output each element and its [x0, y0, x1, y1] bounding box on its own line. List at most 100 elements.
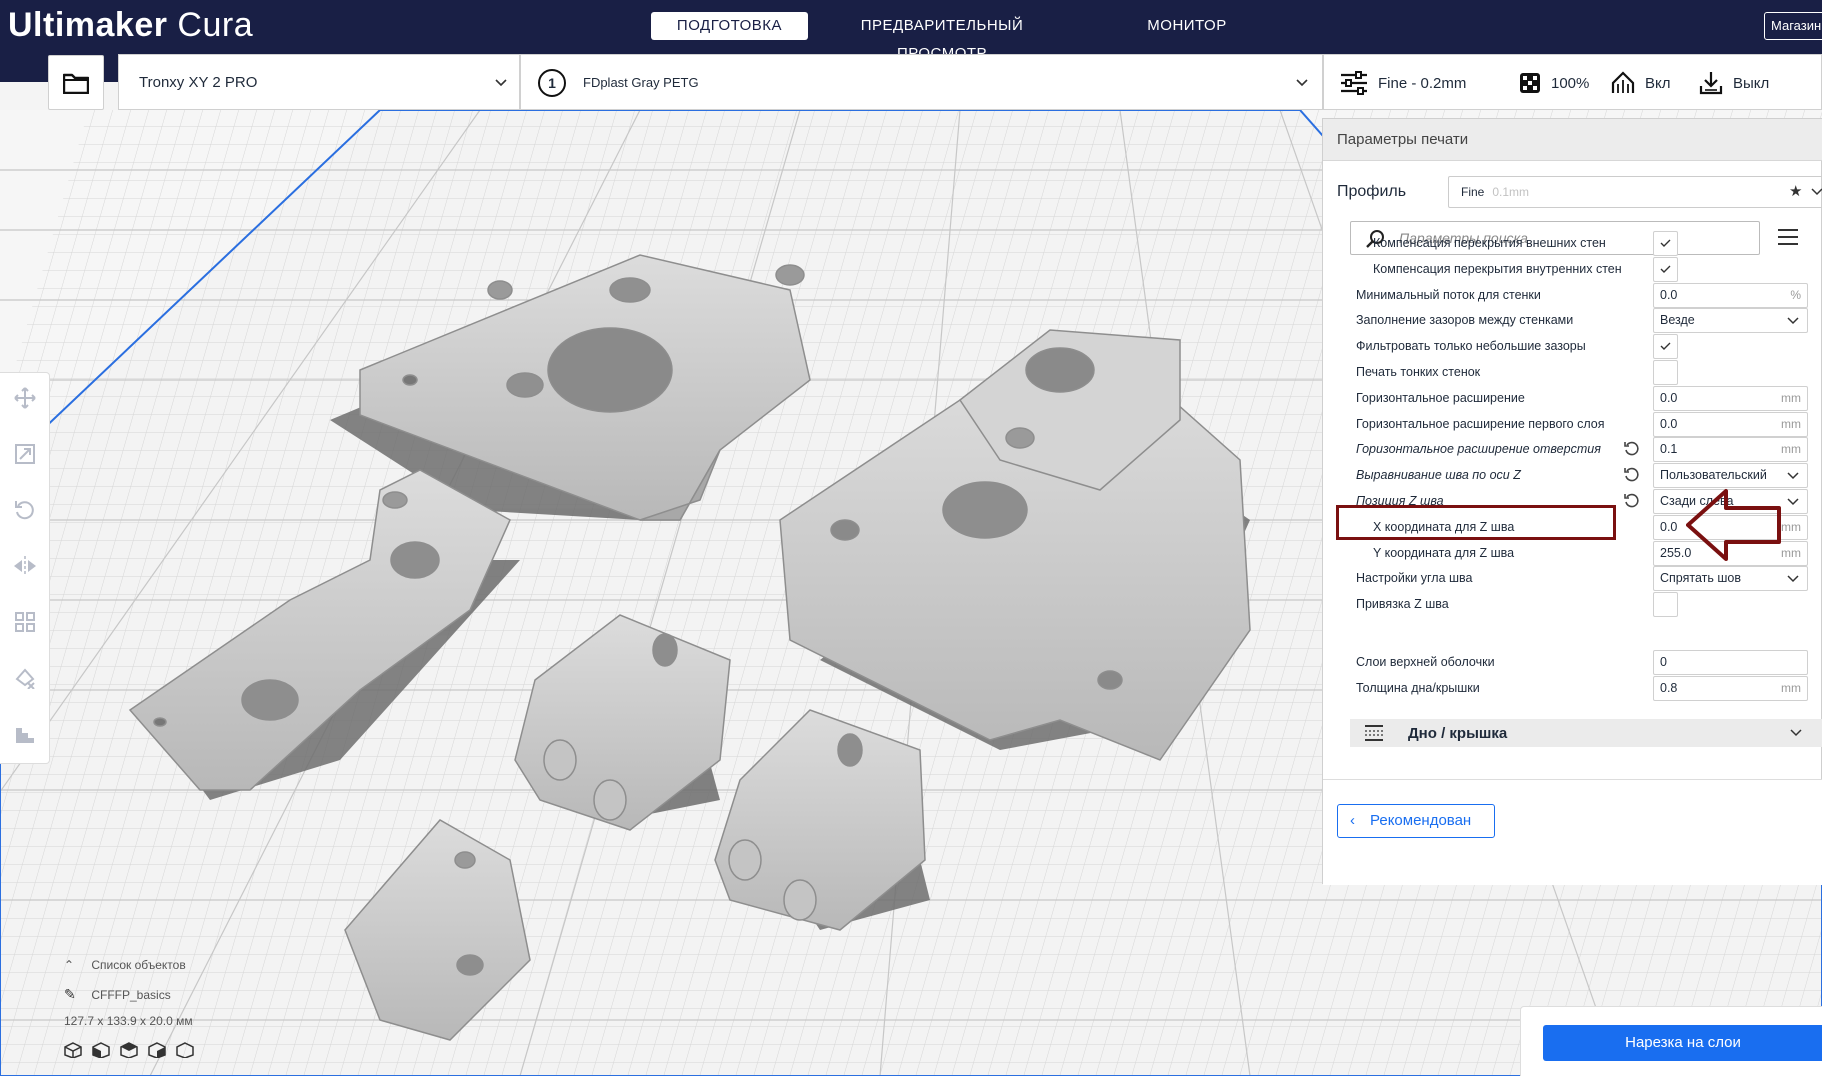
chevron-down-icon: [1811, 188, 1822, 196]
view-orientation-bar: [64, 1042, 194, 1058]
view-3d-icon[interactable]: [64, 1042, 82, 1058]
setting-label: Слои верхней оболочки: [1356, 655, 1495, 669]
infill-summary-label: 100%: [1551, 74, 1590, 92]
panel-title: Параметры печати: [1323, 119, 1822, 161]
mirror-tool-button[interactable]: [0, 541, 50, 591]
setting-input[interactable]: 0.0 mm: [1653, 411, 1808, 437]
scale-icon: [15, 444, 35, 464]
setting-label: Горизонтальное расширение отверстия: [1356, 442, 1601, 457]
setting-label: Печать тонких стенок: [1356, 365, 1481, 379]
reset-icon[interactable]: [1623, 493, 1639, 512]
setting-unit: mm: [1781, 545, 1801, 560]
mirror-icon: [14, 556, 36, 576]
setting-row: Печать тонких стенок: [1323, 359, 1822, 385]
machine-selector[interactable]: Tronxy XY 2 PRO: [118, 54, 520, 110]
setting-value: 0.0: [1660, 416, 1678, 431]
per-model-settings-button[interactable]: [0, 597, 50, 647]
layer-view-button[interactable]: [0, 709, 50, 759]
setting-row: Горизонтальное расширение 0.0 mm: [1323, 385, 1822, 411]
setting-unit: %: [1790, 287, 1801, 302]
view-right-icon[interactable]: [176, 1042, 194, 1058]
setting-input[interactable]: 0.8 mm: [1653, 676, 1808, 701]
machine-name: Tronxy XY 2 PRO: [139, 74, 258, 91]
support-blocker-icon: [15, 668, 35, 689]
reset-icon[interactable]: [1623, 467, 1639, 486]
setting-checkbox[interactable]: [1653, 360, 1678, 385]
setting-dropdown[interactable]: Спрятать шов: [1653, 566, 1808, 592]
category-top-bottom[interactable]: Дно / крышка: [1350, 719, 1822, 747]
infill-icon: [1520, 73, 1540, 93]
setting-input[interactable]: 0.0%: [1653, 282, 1808, 308]
adhesion-summary-label: Выкл: [1733, 74, 1770, 92]
adhesion-summary[interactable]: Выкл: [1699, 69, 1769, 97]
setting-value: Пользовательский: [1660, 468, 1767, 483]
setting-label: Толщина дна/крышки: [1356, 681, 1480, 695]
setting-checkbox[interactable]: [1653, 592, 1678, 618]
sliders-icon: [1341, 71, 1367, 95]
view-left-icon[interactable]: [148, 1042, 166, 1058]
setting-unit: mm: [1781, 416, 1801, 431]
profile-summary[interactable]: Fine - 0.2mm: [1340, 69, 1466, 97]
action-panel: Нарезка на слои: [1520, 1006, 1822, 1076]
setting-row: Компенсация перекрытия внешних стен: [1323, 230, 1822, 256]
folder-icon: [63, 73, 89, 94]
chevron-down-icon: [495, 79, 507, 87]
setting-input[interactable]: 0.1 mm: [1653, 437, 1808, 463]
setting-row: Выравнивание шва по оси Z Пользовательски…: [1323, 462, 1822, 489]
setting-dropdown[interactable]: Пользовательский: [1653, 463, 1808, 489]
setting-input[interactable]: 0: [1653, 650, 1808, 675]
setting-checkbox[interactable]: [1653, 334, 1678, 360]
setting-row: Настройки угла шва Спрятать шов: [1323, 565, 1822, 592]
setting-dropdown[interactable]: Везде: [1653, 308, 1808, 334]
object-list-header[interactable]: ⌃ Список объектов: [64, 958, 186, 972]
annotation-highlight-box: [1336, 505, 1616, 540]
setting-checkbox[interactable]: [1653, 256, 1678, 282]
view-top-icon[interactable]: [120, 1042, 138, 1058]
adhesion-icon: [1699, 72, 1723, 95]
setting-input[interactable]: 0.0 mm: [1653, 385, 1808, 411]
top-bottom-icon: [1365, 725, 1383, 741]
object-list-header-label: Список объектов: [91, 958, 186, 972]
star-icon[interactable]: ★: [1789, 177, 1802, 207]
object-name-row[interactable]: ✎ CFFFP_basics: [64, 986, 171, 1003]
support-summary-label: Вкл: [1645, 74, 1671, 92]
annotation-arrow-icon: [1686, 489, 1781, 561]
slice-button[interactable]: Нарезка на слои: [1543, 1025, 1822, 1061]
chevron-up-icon: ⌃: [64, 958, 75, 972]
setting-row: Фильтровать только небольшие зазоры: [1323, 333, 1822, 360]
setting-unit: mm: [1781, 519, 1801, 534]
print-setup-summary[interactable]: Fine - 0.2mm 100% Вкл Выкл: [1323, 54, 1822, 110]
support-summary[interactable]: Вкл: [1611, 69, 1671, 97]
move-tool-button[interactable]: [0, 373, 50, 423]
material-selector[interactable]: 1 FDplast Gray PETG: [520, 54, 1323, 110]
setting-value: 0.0: [1660, 390, 1678, 405]
reset-icon[interactable]: [1623, 441, 1639, 460]
marketplace-button[interactable]: Магазин: [1764, 12, 1822, 40]
chevron-down-icon: [1790, 729, 1802, 737]
material-name: FDplast Gray PETG: [583, 75, 699, 90]
setting-row: Горизонтальное расширение отверстия 0.1 mm: [1323, 436, 1822, 463]
infill-summary[interactable]: 100%: [1519, 69, 1589, 97]
setting-checkbox[interactable]: [1653, 231, 1678, 256]
tab-preview[interactable]: ПРЕДВАРИТЕЛЬНЫЙ ПРОСМОТР: [832, 12, 1052, 62]
profile-selector[interactable]: Fine 0.1mm ★: [1448, 176, 1822, 208]
setting-label: Y координата для Z шва: [1373, 545, 1515, 560]
recommended-mode-button[interactable]: ‹ Рекомендован: [1337, 804, 1495, 838]
view-front-icon[interactable]: [92, 1042, 110, 1058]
setting-value: 0.1: [1660, 442, 1678, 457]
chevron-left-icon: ‹: [1350, 812, 1355, 829]
open-file-button[interactable]: [48, 55, 104, 110]
setting-unit: mm: [1781, 442, 1801, 457]
tab-monitor[interactable]: МОНИТОР: [1132, 12, 1242, 40]
tab-prepare[interactable]: ПОДГОТОВКА: [651, 12, 808, 40]
app-logo: Ultimaker Cura: [8, 6, 253, 45]
rotate-tool-button[interactable]: [0, 485, 50, 535]
scale-tool-button[interactable]: [0, 429, 50, 479]
setting-row: Слои верхней оболочки 0: [1323, 649, 1822, 675]
object-dimensions: 127.7 x 133.9 x 20.0 мм: [64, 1014, 193, 1028]
support-blocker-button[interactable]: [0, 653, 50, 703]
setting-label: Привязка Z шва: [1356, 597, 1449, 612]
setting-label: Заполнение зазоров между стенками: [1356, 313, 1574, 328]
profile-summary-label: Fine - 0.2mm: [1378, 74, 1467, 92]
logo-brand: Ultimaker: [8, 6, 168, 44]
